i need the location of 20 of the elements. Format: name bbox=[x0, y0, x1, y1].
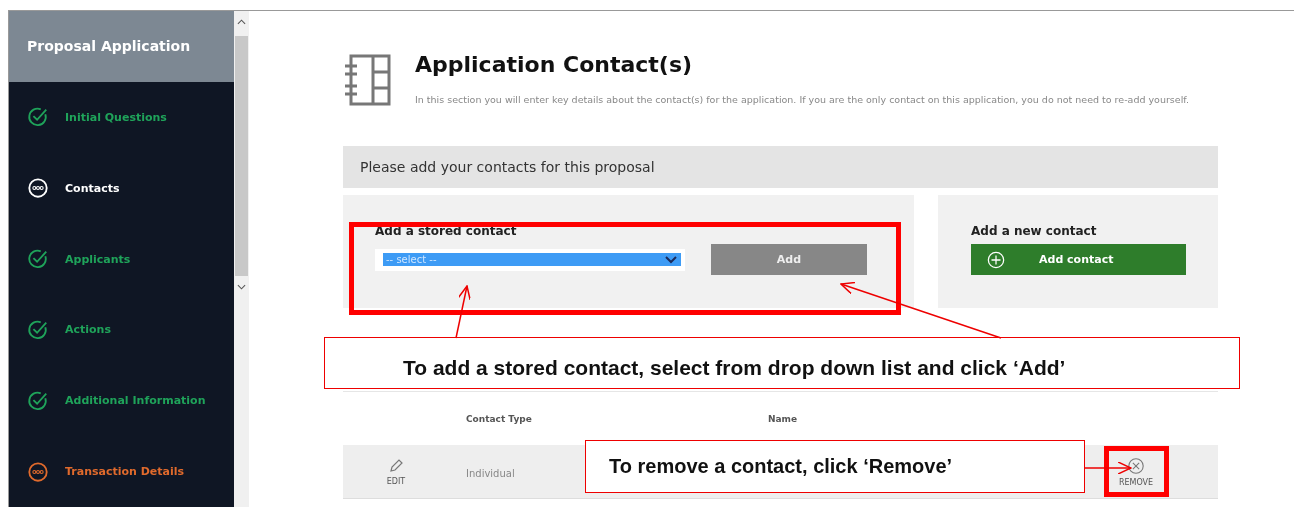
add-button[interactable]: Add bbox=[711, 244, 867, 275]
remove-button[interactable]: REMOVE bbox=[1111, 456, 1161, 487]
callout-text: To remove a contact, click ‘Remove’ bbox=[609, 455, 953, 478]
sidebar-item[interactable]: Actions bbox=[9, 294, 234, 366]
sidebar-item[interactable]: Additional Information bbox=[9, 365, 234, 437]
sidebar-item[interactable]: Contacts bbox=[9, 152, 234, 224]
column-header: Contact Type bbox=[466, 413, 533, 424]
page-title: Application Contact(s) bbox=[415, 52, 694, 77]
sidebar-item[interactable]: Transaction Details bbox=[9, 436, 234, 507]
description-text: In this section you will enter key details about the contact(s) for the application. If you are the only contact on this application, you do not need to re-add yourself. bbox=[415, 93, 1190, 107]
callout-text: To add a stored contact, select from drop down list and click ‘Add’ bbox=[403, 356, 1066, 380]
section-header: Please add your contacts for this proposal bbox=[343, 146, 1218, 188]
sidebar-item[interactable]: Applicants bbox=[9, 223, 234, 295]
edit-button[interactable]: EDIT bbox=[343, 457, 449, 486]
sidebar-item[interactable]: Initial Questions bbox=[9, 81, 234, 153]
column-header: Name bbox=[768, 413, 799, 424]
add-contact-button[interactable]: Add contact bbox=[971, 244, 1186, 275]
table-cell: Individual bbox=[466, 468, 515, 479]
sidebar-header: Proposal Application bbox=[9, 11, 234, 82]
field-label: Add a new contact bbox=[971, 224, 1097, 238]
